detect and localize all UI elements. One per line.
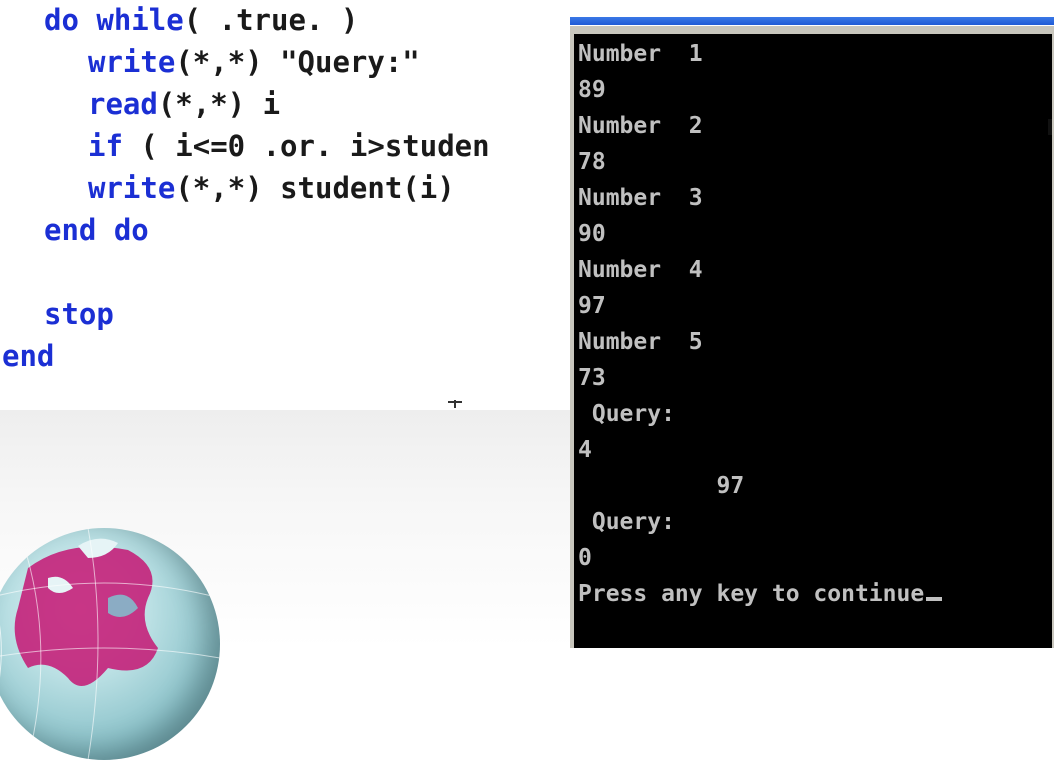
console-titlebar[interactable]	[570, 17, 1054, 25]
code-keyword: write	[88, 171, 176, 205]
mouse-cursor-icon	[448, 400, 462, 408]
code-keyword: end do	[44, 213, 149, 247]
console-window[interactable]: Number 1 89 Number 2 78 Number 3 90 Numb…	[570, 17, 1054, 648]
console-line: 97	[578, 473, 745, 499]
scrollbar-edge	[1048, 119, 1052, 135]
code-text: ( i<=0 .or. i>studen	[122, 129, 490, 163]
code-text: (*,*) "Query:"	[175, 45, 420, 79]
code-text: (*,*) i	[157, 87, 281, 121]
console-line: Number 2	[578, 113, 703, 139]
console-line: Number 4	[578, 257, 703, 283]
code-line-7: stop	[44, 294, 114, 334]
console-line: Query:	[578, 509, 675, 535]
console-line: Number 3	[578, 185, 703, 211]
code-line-3: read(*,*) i	[88, 84, 280, 124]
console-line: 90	[578, 221, 606, 247]
code-keyword: write	[88, 45, 176, 79]
console-line: 97	[578, 293, 606, 319]
console-prompt-text: Press any key to continue	[578, 581, 925, 607]
code-line-2: write(*,*) "Query:"	[88, 42, 420, 82]
console-output[interactable]: Number 1 89 Number 2 78 Number 3 90 Numb…	[574, 34, 1052, 648]
code-text: ( .true. )	[183, 3, 359, 37]
code-line-6: end do	[44, 210, 149, 250]
console-line: 4	[578, 437, 592, 463]
console-line: Number 5	[578, 329, 703, 355]
console-line: 78	[578, 149, 606, 175]
code-line-5: write(*,*) student(i)	[88, 168, 455, 208]
globe-icon	[0, 528, 220, 760]
console-line: Query:	[578, 401, 675, 427]
text-cursor	[926, 597, 943, 601]
console-line: Number 1	[578, 41, 703, 67]
code-listing: do while( .true. ) write(*,*) "Query:" r…	[0, 0, 570, 410]
code-keyword: do while	[44, 3, 184, 37]
code-line-8: end	[2, 336, 54, 376]
code-keyword: end	[2, 339, 55, 373]
console-line: 0	[578, 545, 592, 571]
code-line-4: if ( i<=0 .or. i>studen	[88, 126, 490, 166]
code-keyword: stop	[44, 297, 114, 331]
console-line: 89	[578, 77, 606, 103]
code-line-1: do while( .true. )	[44, 0, 358, 40]
code-text: (*,*) student(i)	[175, 171, 455, 205]
code-keyword: if	[88, 129, 123, 163]
console-prompt-line: Press any key to continue	[578, 576, 943, 612]
code-keyword: read	[88, 87, 158, 121]
console-line: 73	[578, 365, 606, 391]
